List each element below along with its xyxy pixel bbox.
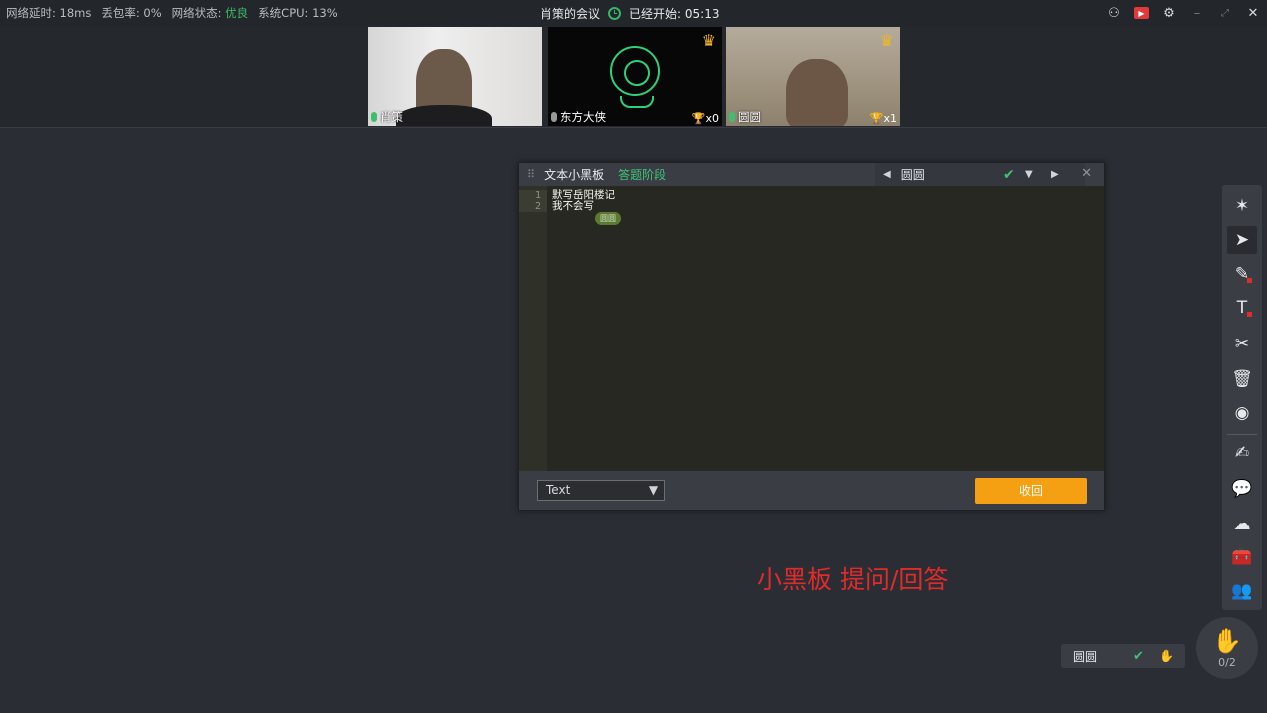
- panel-title: 文本小黑板: [544, 168, 605, 182]
- cpu-stat: 系统CPU: 13%: [258, 6, 338, 20]
- hand-icon[interactable]: ✋: [1159, 649, 1174, 663]
- close-icon[interactable]: ✕: [1081, 166, 1092, 181]
- record-icon[interactable]: ▶: [1134, 7, 1149, 19]
- line-gutter: [519, 186, 547, 471]
- drag-handle-icon[interactable]: ⠿: [527, 168, 535, 181]
- scissors-icon[interactable]: ✂: [1227, 330, 1257, 358]
- retract-button[interactable]: 收回: [975, 478, 1087, 504]
- trash-icon[interactable]: 🗑: [1227, 365, 1257, 393]
- top-bar: 网络延时: 18ms 丢包率: 0% 网络状态: 优良 系统CPU: 13% 肖…: [0, 0, 1267, 26]
- raise-hand-user: 圆圆: [1073, 649, 1098, 664]
- code-line: 我不会写: [552, 200, 594, 212]
- approve-user-icon[interactable]: ✔: [1003, 167, 1015, 183]
- hand-icon: ✋: [1212, 626, 1242, 655]
- camera-off-icon: [610, 46, 660, 108]
- latency-stat: 网络延时: 18ms: [6, 6, 92, 20]
- text-tool-icon[interactable]: T: [1227, 294, 1257, 322]
- participant-name: 东方大侠: [551, 109, 606, 125]
- user-icon[interactable]: ⚇: [1106, 5, 1122, 21]
- video-tile[interactable]: ♛ 东方大侠 🏆x0: [548, 27, 722, 126]
- panel-footer: Text ▼ 收回: [519, 471, 1104, 510]
- chevron-down-icon: ▼: [648, 483, 659, 497]
- participants-icon[interactable]: 👥: [1227, 577, 1257, 605]
- loss-stat: 丢包率: 0%: [101, 6, 162, 20]
- toolbar-divider: [1227, 434, 1257, 435]
- video-strip: 肖策 ♛ 东方大侠 🏆x0 ♛ 圆圆 🏆x1: [0, 26, 1267, 128]
- chat-icon[interactable]: 💬: [1227, 475, 1257, 503]
- toolbox-icon[interactable]: 🧰: [1227, 543, 1257, 571]
- annotation-caption: 小黑板 提问/回答: [757, 565, 949, 594]
- text-editor[interactable]: 1 2 默写岳阳楼记 我不会写 圆圆: [519, 186, 1104, 471]
- network-stats: 网络延时: 18ms 丢包率: 0% 网络状态: 优良 系统CPU: 13%: [6, 0, 338, 26]
- minimize-icon[interactable]: –: [1189, 5, 1205, 21]
- close-icon[interactable]: ✕: [1245, 5, 1261, 21]
- mic-off-icon: [551, 112, 557, 122]
- line-number: 1: [519, 190, 547, 201]
- maximize-icon[interactable]: ⤢: [1217, 5, 1233, 21]
- selected-user: 圆圆: [900, 168, 925, 182]
- mic-on-icon: [371, 112, 377, 122]
- trophy-count: 🏆x0: [691, 112, 719, 125]
- meeting-title: 肖策的会议: [540, 6, 601, 21]
- cloud-icon[interactable]: ☁: [1227, 510, 1257, 538]
- video-tile[interactable]: ♛ 圆圆 🏆x1: [726, 27, 900, 126]
- prev-arrow-icon[interactable]: ◀: [883, 169, 891, 180]
- window-controls: ⚇ ▶ ⚙ – ⤢ ✕: [1106, 0, 1261, 26]
- participant-video: [786, 59, 848, 126]
- chevron-down-icon[interactable]: ▼: [1025, 169, 1033, 180]
- trophy-icon: 🏆: [691, 112, 706, 125]
- answer-user-selector: ◀ 圆圆 ✔ ▼ ▶: [875, 163, 1085, 186]
- mic-on-icon: [729, 112, 735, 122]
- crown-icon: ♛: [879, 31, 894, 50]
- trophy-icon: 🏆: [869, 112, 884, 125]
- panel-header[interactable]: ⠿ 文本小黑板 答题阶段 ◀ 圆圆 ✔ ▼ ▶ ✕: [519, 163, 1104, 186]
- participant-name: 肖策: [371, 109, 403, 125]
- raise-hand-count: 0/2: [1218, 655, 1236, 669]
- approve-user-icon[interactable]: ✔: [1133, 649, 1144, 664]
- edit-note-icon[interactable]: ✍: [1227, 439, 1257, 467]
- stage-label: 答题阶段: [618, 168, 667, 182]
- crown-icon: ♛: [701, 31, 716, 50]
- remote-cursor-label: 圆圆: [595, 212, 621, 225]
- gear-icon[interactable]: ⚙: [1161, 5, 1177, 21]
- elapsed-time: 已经开始: 05:13: [629, 6, 720, 21]
- network-status: 网络状态: 优良: [171, 6, 249, 20]
- participant-video-shoulders: [396, 105, 492, 126]
- video-tile[interactable]: 肖策: [368, 27, 542, 126]
- line-number: 2: [519, 201, 547, 212]
- clock-icon: [608, 6, 622, 20]
- participant-name: 圆圆: [729, 109, 761, 125]
- broadcast-icon[interactable]: ◉: [1227, 399, 1257, 427]
- next-arrow-icon[interactable]: ▶: [1051, 169, 1059, 180]
- right-toolbar: ✶ ➤ ✎ T ✂ 🗑 ◉ ✍ 💬 ☁ 🧰 👥: [1222, 185, 1262, 610]
- laser-pointer-icon[interactable]: ✶: [1227, 192, 1257, 220]
- language-select[interactable]: Text ▼: [537, 480, 665, 501]
- raise-hand-button[interactable]: ✋ 0/2: [1196, 617, 1258, 679]
- select-move-icon[interactable]: ➤: [1227, 226, 1257, 254]
- raise-hand-request: 圆圆 ✔ ✋: [1061, 644, 1185, 668]
- trophy-count: 🏆x1: [869, 112, 897, 125]
- text-blackboard-panel: ⠿ 文本小黑板 答题阶段 ◀ 圆圆 ✔ ▼ ▶ ✕ 1 2 默写岳阳楼记 我不会…: [518, 162, 1105, 511]
- pen-icon[interactable]: ✎: [1227, 260, 1257, 288]
- meeting-info: 肖策的会议 已经开始: 05:13: [540, 0, 719, 26]
